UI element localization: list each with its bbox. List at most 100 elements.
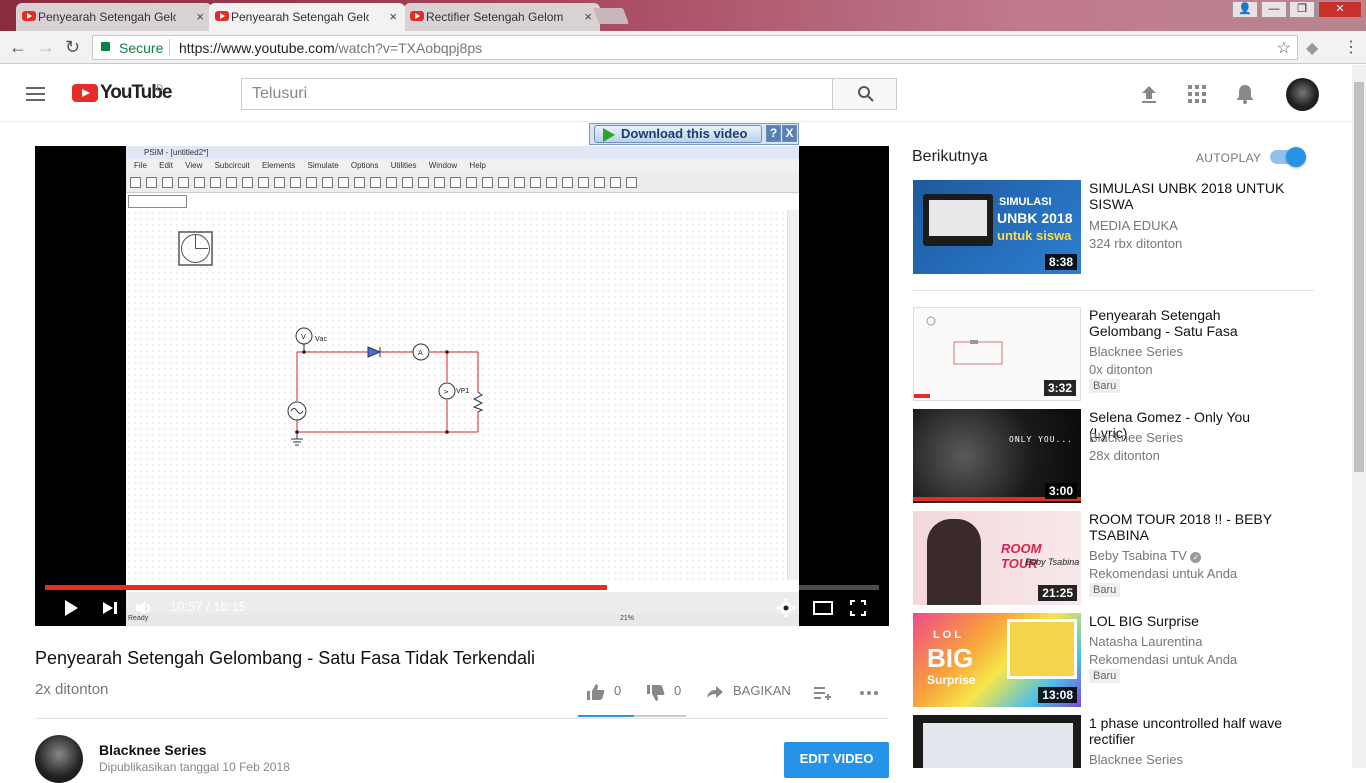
tab-close-icon[interactable]: × <box>389 9 397 24</box>
add-to-playlist-icon[interactable] <box>814 686 832 700</box>
tab-close-icon[interactable]: × <box>584 9 592 24</box>
next-video-icon[interactable] <box>102 601 118 615</box>
secure-label: Secure <box>119 40 164 56</box>
recommendation-item[interactable]: SIMULASI UNBK 2018 untuk siswa 8:38 SIMU… <box>913 180 1315 276</box>
sentiment-bar <box>578 715 686 717</box>
volume-icon[interactable] <box>135 599 153 617</box>
browser-tab-2-active[interactable]: Penyearah Setengah Gelo × <box>209 3 405 31</box>
verified-check-icon: ✓ <box>1190 552 1202 563</box>
apps-grid-icon[interactable] <box>1188 85 1206 103</box>
share-arrow-icon[interactable] <box>706 685 724 699</box>
psim-vscroll <box>787 210 799 580</box>
youtube-logo-icon[interactable] <box>72 84 98 102</box>
search-icon <box>858 86 874 102</box>
tab-close-icon[interactable]: × <box>196 9 204 24</box>
dislike-thumb-icon[interactable] <box>646 684 666 702</box>
recommendation-item[interactable]: 3:32 Penyearah Setengah Gelombang - Satu… <box>913 307 1315 403</box>
browser-tab-bar: Penyearah Setengah Gelo × Rectifier Sete… <box>0 0 1366 31</box>
upload-icon[interactable] <box>1140 84 1158 104</box>
theater-mode-icon[interactable] <box>813 601 833 615</box>
recommendation-title[interactable]: LOL BIG Surprise <box>1089 613 1289 629</box>
lock-icon <box>101 42 110 51</box>
autoplay-toggle[interactable] <box>1270 147 1306 167</box>
progress-bar[interactable] <box>45 585 879 590</box>
psim-zoom: 21% <box>620 615 635 622</box>
like-thumb-icon[interactable] <box>586 683 606 701</box>
bookmark-star-icon[interactable]: ☆ <box>1277 38 1291 58</box>
more-options-icon[interactable] <box>860 691 878 695</box>
recommendation-title[interactable]: ROOM TOUR 2018 !! - BEBY TSABINA <box>1089 511 1289 543</box>
svg-text:V: V <box>301 333 306 341</box>
url-path: /watch?v=TXAobqpj8ps <box>334 40 483 56</box>
url-text: https://www.youtube.com/watch?v=TXAobqpj… <box>179 40 482 56</box>
back-arrow-icon[interactable]: ← <box>9 37 27 58</box>
play-icon[interactable] <box>63 599 79 617</box>
video-thumbnail[interactable]: ROOM TOUR Beby Tsabina 21:25 <box>913 511 1081 605</box>
edit-video-button[interactable]: EDIT VIDEO <box>784 742 889 778</box>
settings-gear-icon[interactable] <box>777 599 795 617</box>
video-duration: 3:00 <box>1044 483 1077 499</box>
psim-menu-item: Edit <box>159 161 173 170</box>
chrome-menu-icon[interactable]: ⋮ <box>1343 37 1359 57</box>
browser-tab-3[interactable]: Rectifier Setengah Gelom × <box>404 3 600 31</box>
up-next-heading: Berikutnya <box>912 148 988 165</box>
maximize-button[interactable]: ❐ <box>1289 1 1315 18</box>
channel-avatar[interactable] <box>35 735 83 783</box>
new-badge: Baru <box>1089 583 1121 597</box>
search-button[interactable] <box>832 78 897 110</box>
played-bar <box>45 585 608 590</box>
forward-arrow-icon[interactable]: → <box>37 37 55 58</box>
recommendation-channel: MEDIA EDUKA <box>1089 218 1178 233</box>
recommendation-meta: 0x ditonton <box>1089 362 1153 377</box>
share-button[interactable]: BAGIKAN <box>733 683 791 698</box>
channel-name[interactable]: Blacknee Series <box>99 742 206 758</box>
recommendation-item[interactable]: 1 phase uncontrolled half wave rectifier… <box>913 715 1315 768</box>
youtube-favicon-icon <box>215 11 229 21</box>
account-avatar[interactable] <box>1286 78 1319 111</box>
recommendation-item[interactable]: ONLY YOU... 3:00 Selena Gomez - Only You… <box>913 409 1315 505</box>
search-input[interactable]: Telusuri <box>241 78 833 110</box>
video-thumbnail[interactable] <box>913 715 1081 768</box>
reload-icon[interactable]: ↻ <box>65 37 80 58</box>
recommendation-item[interactable]: L O L BIG Surprise 13:08 LOL BIG Surpris… <box>913 613 1315 709</box>
download-close-button[interactable]: X <box>782 125 797 142</box>
recommendation-title[interactable]: 1 phase uncontrolled half wave rectifier <box>1089 715 1289 747</box>
recommendation-item[interactable]: ROOM TOUR Beby Tsabina 21:25 ROOM TOUR 2… <box>913 511 1315 607</box>
sentiment-like-fill <box>578 715 635 717</box>
extension-icon[interactable]: ◆ <box>1306 38 1318 58</box>
thumb-text: SIMULASI <box>999 196 1052 208</box>
scrollbar-thumb[interactable] <box>1354 82 1364 472</box>
recommendation-channel: Blacknee Series <box>1089 752 1183 767</box>
new-tab-button[interactable] <box>593 8 629 24</box>
recommendation-title[interactable]: Penyearah Setengah Gelombang - Satu Fasa <box>1089 307 1289 339</box>
recommendation-channel: Natasha Laurentina <box>1089 634 1203 649</box>
fullscreen-icon[interactable] <box>850 600 866 616</box>
video-thumbnail[interactable]: ONLY YOU... 3:00 <box>913 409 1081 503</box>
video-thumbnail[interactable]: L O L BIG Surprise 13:08 <box>913 613 1081 707</box>
psim-menu-item: Options <box>350 161 379 170</box>
page-scrollbar[interactable] <box>1352 65 1366 768</box>
video-player[interactable]: PSIM - [untitled2*] File Edit View Subci… <box>35 146 889 626</box>
minimize-button[interactable]: — <box>1261 1 1287 18</box>
notification-bell-icon[interactable] <box>1236 84 1254 104</box>
video-thumbnail[interactable]: 3:32 <box>913 307 1081 401</box>
video-thumbnail[interactable]: SIMULASI UNBK 2018 untuk siswa 8:38 <box>913 180 1081 274</box>
psim-combo <box>128 195 187 208</box>
download-help-button[interactable]: ? <box>766 125 781 142</box>
recommendation-title[interactable]: SIMULASI UNBK 2018 UNTUK SISWA <box>1089 180 1289 212</box>
view-count: 2x ditonton <box>35 681 109 698</box>
separator <box>169 39 170 56</box>
svg-text:>: > <box>443 388 449 396</box>
autoplay-label: AUTOPLAY <box>1196 151 1262 165</box>
browser-tab-1[interactable]: Penyearah Setengah Gelo × <box>16 3 212 31</box>
download-video-button[interactable]: Download this video <box>594 125 762 143</box>
profile-button[interactable]: 👤 <box>1232 1 1258 18</box>
address-bar[interactable]: Secure https://www.youtube.com/watch?v=T… <box>92 35 1298 60</box>
divider <box>35 718 889 719</box>
svg-text:Vac: Vac <box>315 335 328 343</box>
thumb-text: Beby Tsabina <box>1025 557 1080 567</box>
menu-hamburger-icon[interactable] <box>26 87 45 101</box>
window-close-button[interactable]: ✕ <box>1318 1 1362 18</box>
publish-date: Dipublikasikan tanggal 10 Feb 2018 <box>99 760 290 774</box>
psim-menu-item: File <box>134 161 147 170</box>
